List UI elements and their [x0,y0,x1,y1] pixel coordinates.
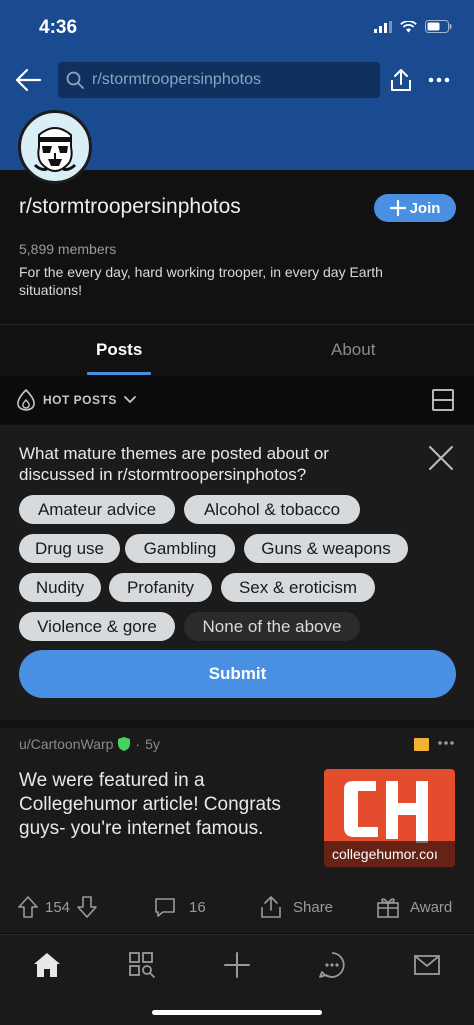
share-button[interactable] [384,62,418,98]
stormtrooper-helmet-icon [33,127,77,173]
post-thumbnail[interactable]: collegehumor.coı [324,769,455,867]
submit-button[interactable]: Submit [19,650,456,698]
sort-label: HOT POSTS [43,393,117,407]
tab-about[interactable]: About [331,340,375,360]
active-tab-indicator [87,372,151,375]
tab-posts[interactable]: Posts [96,340,142,360]
post-author[interactable]: u/CartoonWarp [19,736,113,752]
tab-discover[interactable] [122,945,162,985]
tab-home[interactable] [27,945,67,985]
top-navigation: r/stormtroopersinphotos [0,60,474,100]
option-chip[interactable]: Profanity [109,573,212,602]
home-icon [34,953,60,977]
option-chip[interactable]: None of the above [184,612,360,641]
join-button[interactable]: Join [374,194,456,222]
chevron-down-icon [123,396,136,404]
vote-count: 154 [45,898,71,916]
back-button[interactable] [10,62,46,98]
share-post-button[interactable]: Share [259,895,333,919]
signal-icon [374,20,392,33]
meta-separator: · [135,736,141,752]
flame-icon [17,388,35,411]
subreddit-name: r/stormtroopersinphotos [19,195,241,218]
plus-icon [389,200,406,216]
mature-themes-survey: What mature themes are posted about or d… [0,425,474,720]
share-icon [391,69,411,91]
arrow-left-icon [15,68,42,92]
shield-icon [118,737,131,751]
share-icon [261,896,281,918]
search-icon [66,71,84,89]
vote-group: 154 [17,895,98,919]
post-meta: u/CartoonWarp · 5y [19,736,160,752]
comments-button[interactable]: 16 [153,895,206,919]
mail-icon [414,955,440,975]
status-bar: 4:36 [0,0,474,54]
post-age: 5y [145,736,160,752]
view-layout-button[interactable] [432,389,454,411]
member-count: 5,899 members [19,241,117,257]
option-chip[interactable]: Gambling [125,534,235,563]
post-title[interactable]: We were featured in a Collegehumor artic… [19,769,309,841]
upvote-icon[interactable] [17,895,39,919]
option-chip[interactable]: Nudity [19,573,101,602]
more-icon [428,77,450,83]
tab-chat[interactable] [312,945,352,985]
option-chip[interactable]: Guns & weapons [244,534,408,563]
plus-icon [224,952,250,978]
subreddit-avatar [18,110,92,184]
search-input[interactable]: r/stormtroopersinphotos [58,62,380,98]
sort-bar: HOT POSTS [0,376,474,424]
battery-icon [425,20,452,33]
gift-icon [377,898,399,918]
status-icons [374,20,452,33]
home-indicator [152,1010,322,1015]
share-label: Share [293,898,334,916]
post-actions: 154 16 Share Award [0,888,474,922]
close-icon[interactable] [427,444,455,472]
tab-inbox[interactable] [407,945,447,985]
mod-tools-icon[interactable] [414,738,429,751]
more-options-button[interactable] [422,62,456,98]
survey-question: What mature themes are posted about or d… [19,444,329,484]
award-label: Award [410,898,453,916]
tab-create[interactable] [217,945,257,985]
comment-icon [155,898,175,917]
tab-bar: Posts About [0,325,474,375]
option-chip[interactable]: Drug use [19,534,120,563]
option-chip[interactable]: Amateur advice [19,495,175,524]
subreddit-description: For the every day, hard working trooper,… [19,264,383,298]
comment-count: 16 [189,898,206,916]
thumbnail-caption: collegehumor.coı [324,841,455,867]
post-card[interactable]: u/CartoonWarp · 5y We were featured in a… [0,728,474,933]
option-chip[interactable]: Violence & gore [19,612,175,641]
chat-icon [319,952,345,978]
more-icon[interactable] [437,734,455,752]
award-button[interactable]: Award [376,895,452,919]
wifi-icon [400,20,417,32]
search-query: r/stormtroopersinphotos [92,71,261,88]
downvote-icon[interactable] [76,895,98,919]
sort-dropdown[interactable]: HOT POSTS [15,388,137,412]
status-time: 4:36 [39,17,78,38]
option-chip[interactable]: Sex & eroticism [221,573,375,602]
join-label: Join [409,199,441,217]
option-chip[interactable]: Alcohol & tobacco [184,495,360,524]
grid-search-icon [129,952,155,978]
